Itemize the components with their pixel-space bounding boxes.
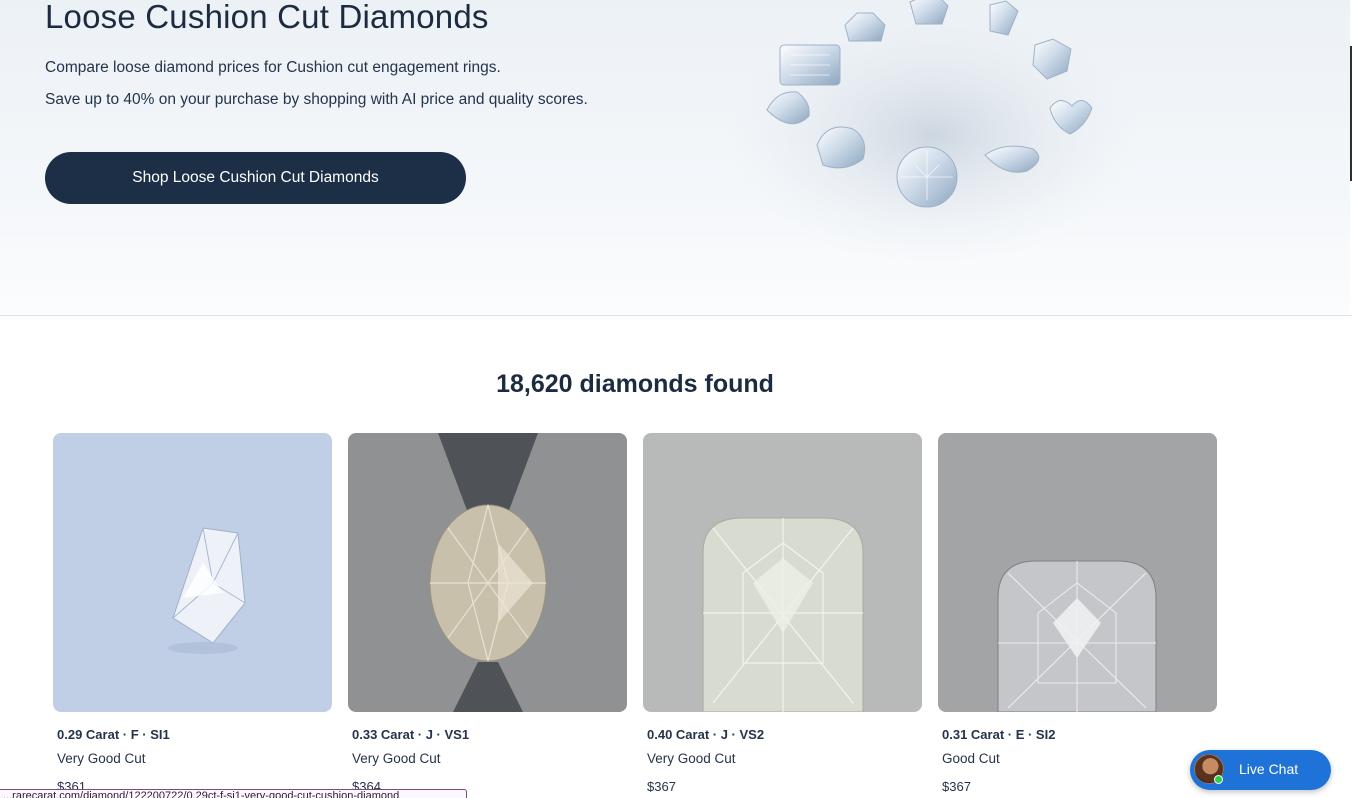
diamond-specs: 0.31 Carat · E · SI2 — [942, 727, 1056, 742]
live-chat-button[interactable]: Live Chat — [1190, 750, 1331, 790]
shop-cushion-diamonds-button[interactable]: Shop Loose Cushion Cut Diamonds — [45, 152, 466, 204]
results-count: 18,620 diamonds found — [496, 370, 774, 398]
diamond-image[interactable] — [348, 433, 627, 712]
diamond-cut-grade: Very Good Cut — [57, 751, 146, 766]
live-chat-label: Live Chat — [1239, 761, 1299, 777]
diamond-cut-grade: Very Good Cut — [647, 751, 736, 766]
diamond-card[interactable]: 0.40 Carat · J · VS2 Very Good Cut $367 — [643, 433, 922, 794]
diamond-card[interactable]: 0.29 Carat · F · SI1 Very Good Cut $361 — [53, 433, 332, 794]
hero-description: Compare loose diamond prices for Cushion… — [45, 59, 501, 76]
diamond-price: $367 — [647, 779, 676, 794]
diamond-card[interactable]: 0.33 Carat · J · VS1 Very Good Cut $364 — [348, 433, 627, 794]
diamond-specs: 0.40 Carat · J · VS2 — [647, 727, 765, 742]
page-scrollbar-thumb[interactable] — [1350, 46, 1352, 181]
diamond-specs: 0.29 Carat · F · SI1 — [57, 727, 170, 742]
diamond-card[interactable]: 0.31 Carat · E · SI2 Good Cut $367 — [938, 433, 1217, 794]
diamond-ring-illustration — [723, 0, 1143, 265]
online-status-icon — [1214, 775, 1223, 784]
diamond-image[interactable] — [53, 433, 332, 712]
hero-savings-text: Save up to 40% on your purchase by shopp… — [45, 91, 588, 108]
diamond-image[interactable] — [938, 433, 1217, 712]
diamond-price: $367 — [942, 779, 971, 794]
hero-banner: Loose Cushion Cut Diamonds Compare loose… — [0, 0, 1352, 316]
diamond-cut-grade: Very Good Cut — [352, 751, 441, 766]
link-preview-url: ...rarecarat.com/diamond/122200722/0.29c… — [0, 789, 467, 798]
diamond-image[interactable] — [643, 433, 922, 712]
diamond-cut-grade: Good Cut — [942, 751, 1000, 766]
page-title: Loose Cushion Cut Diamonds — [45, 0, 489, 35]
diamond-specs: 0.33 Carat · J · VS1 — [352, 727, 470, 742]
